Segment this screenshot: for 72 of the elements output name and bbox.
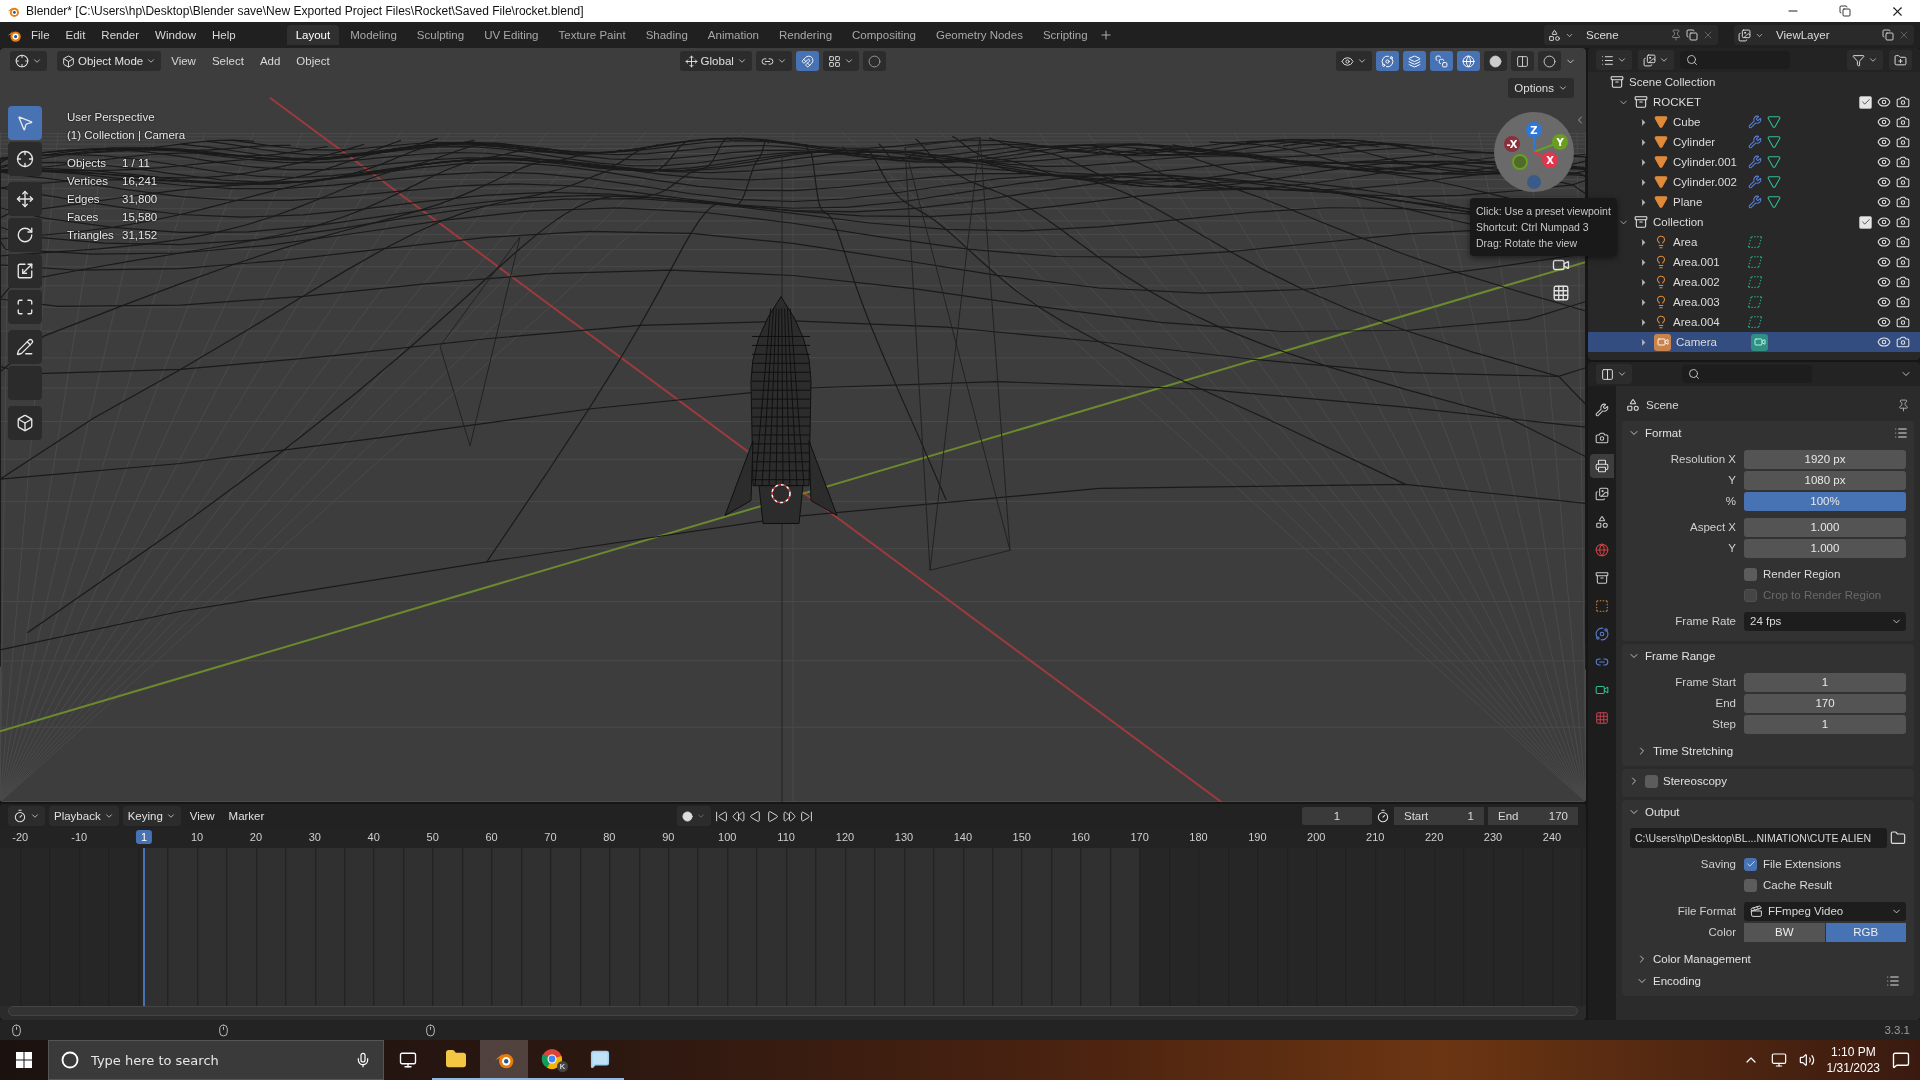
frame-tick: 130 [894,831,914,843]
outliner-item-name: ROCKET [1653,96,1702,108]
frame-tick: 70 [544,831,557,843]
frame-tick: 30 [308,831,321,843]
field-label: Frame Start [1674,676,1736,688]
context-name: Scene [1646,399,1680,411]
field-label: Resolution X [1669,453,1736,465]
field-label: File Format [1676,905,1736,917]
frame-tick: 180 [1189,831,1208,843]
field-label: Color [1707,926,1736,938]
frame-tick: 190 [1248,831,1267,843]
version-label: 3.3.1 [1884,1024,1910,1036]
field-label: % [1724,495,1736,507]
field-label: Y [1727,474,1736,486]
outliner-item-name: Cylinder.002 [1673,176,1738,188]
frame-tick: 90 [662,831,675,843]
stat-value: 15,580 [122,210,159,225]
frame-tick: 200 [1307,831,1326,843]
field-label: Y [1727,542,1736,554]
stat-label: Faces [67,210,100,225]
frame-tick: 240 [1542,831,1562,843]
stat-label: Edges [67,192,101,207]
outliner-item-name: Cylinder [1673,136,1717,148]
field-label: Frame Rate [1674,615,1736,627]
stat-label: Triangles [67,228,115,243]
stat-value: 31,800 [122,192,159,207]
view-name: User Perspective [67,110,156,125]
field-label: Step [1711,718,1736,730]
outliner-item-name: Area.004 [1673,316,1721,328]
checkbox-label: File Extensions [1763,858,1841,870]
frame-tick: 80 [603,831,616,843]
checkbox-label: Cache Result [1763,879,1833,891]
stat-value: 31,152 [122,228,159,243]
tooltip-line: Drag: Rotate the view [1476,236,1578,251]
stat-label: Vertices [67,174,109,189]
outliner-item-name: Area.002 [1673,276,1721,288]
frame-tick: 100 [718,831,737,843]
field-label: End [1714,697,1736,709]
frame-tick: 50 [426,831,439,843]
frame-tick: 120 [835,831,855,843]
outliner-item-name: Cube [1673,116,1702,128]
frame-tick: 140 [953,831,972,843]
field-label: Saving [1699,858,1736,870]
frame-tick: -10 [71,831,88,843]
frame-tick: 210 [1366,831,1385,843]
outliner-item-name: Area.001 [1673,256,1721,268]
checkbox-label: Render Region [1763,568,1841,580]
outliner-item-name: Camera [1676,336,1718,348]
frame-tick: 10 [190,831,204,843]
outliner-item-name: Area.003 [1673,296,1721,308]
active-context: (1) Collection | Camera [67,128,186,143]
outliner-item-name: Cylinder.001 [1673,156,1738,168]
outliner-item-name: Plane [1673,196,1704,208]
profile-badge: K [557,1061,568,1072]
frame-tick: 60 [485,831,498,843]
frame-tick: 20 [249,831,263,843]
frame-tick: 150 [1012,831,1031,843]
frame-tick: 40 [367,831,380,843]
frame-tick: 110 [777,831,795,843]
frame-tick: 230 [1483,831,1503,843]
stat-label: Objects [67,156,107,171]
outliner-item-name: Area [1673,236,1699,248]
field-label: Aspect X [1688,521,1736,533]
frame-tick: 160 [1071,831,1090,843]
frame-tick: 170 [1130,831,1149,843]
outliner-item-name: Collection [1653,216,1705,228]
outliner-item-name: Scene Collection [1629,76,1716,88]
window-title: Blender* [C:\Users\hp\Desktop\Blender save\New Exported Project Files\Rocket\Saved File\rocket.blend] [26,4,585,18]
stat-value: 16,241 [122,174,159,189]
stat-value: 1 / 11 [122,156,151,171]
frame-tick: 220 [1424,831,1444,843]
frame-tick: -20 [12,831,29,843]
